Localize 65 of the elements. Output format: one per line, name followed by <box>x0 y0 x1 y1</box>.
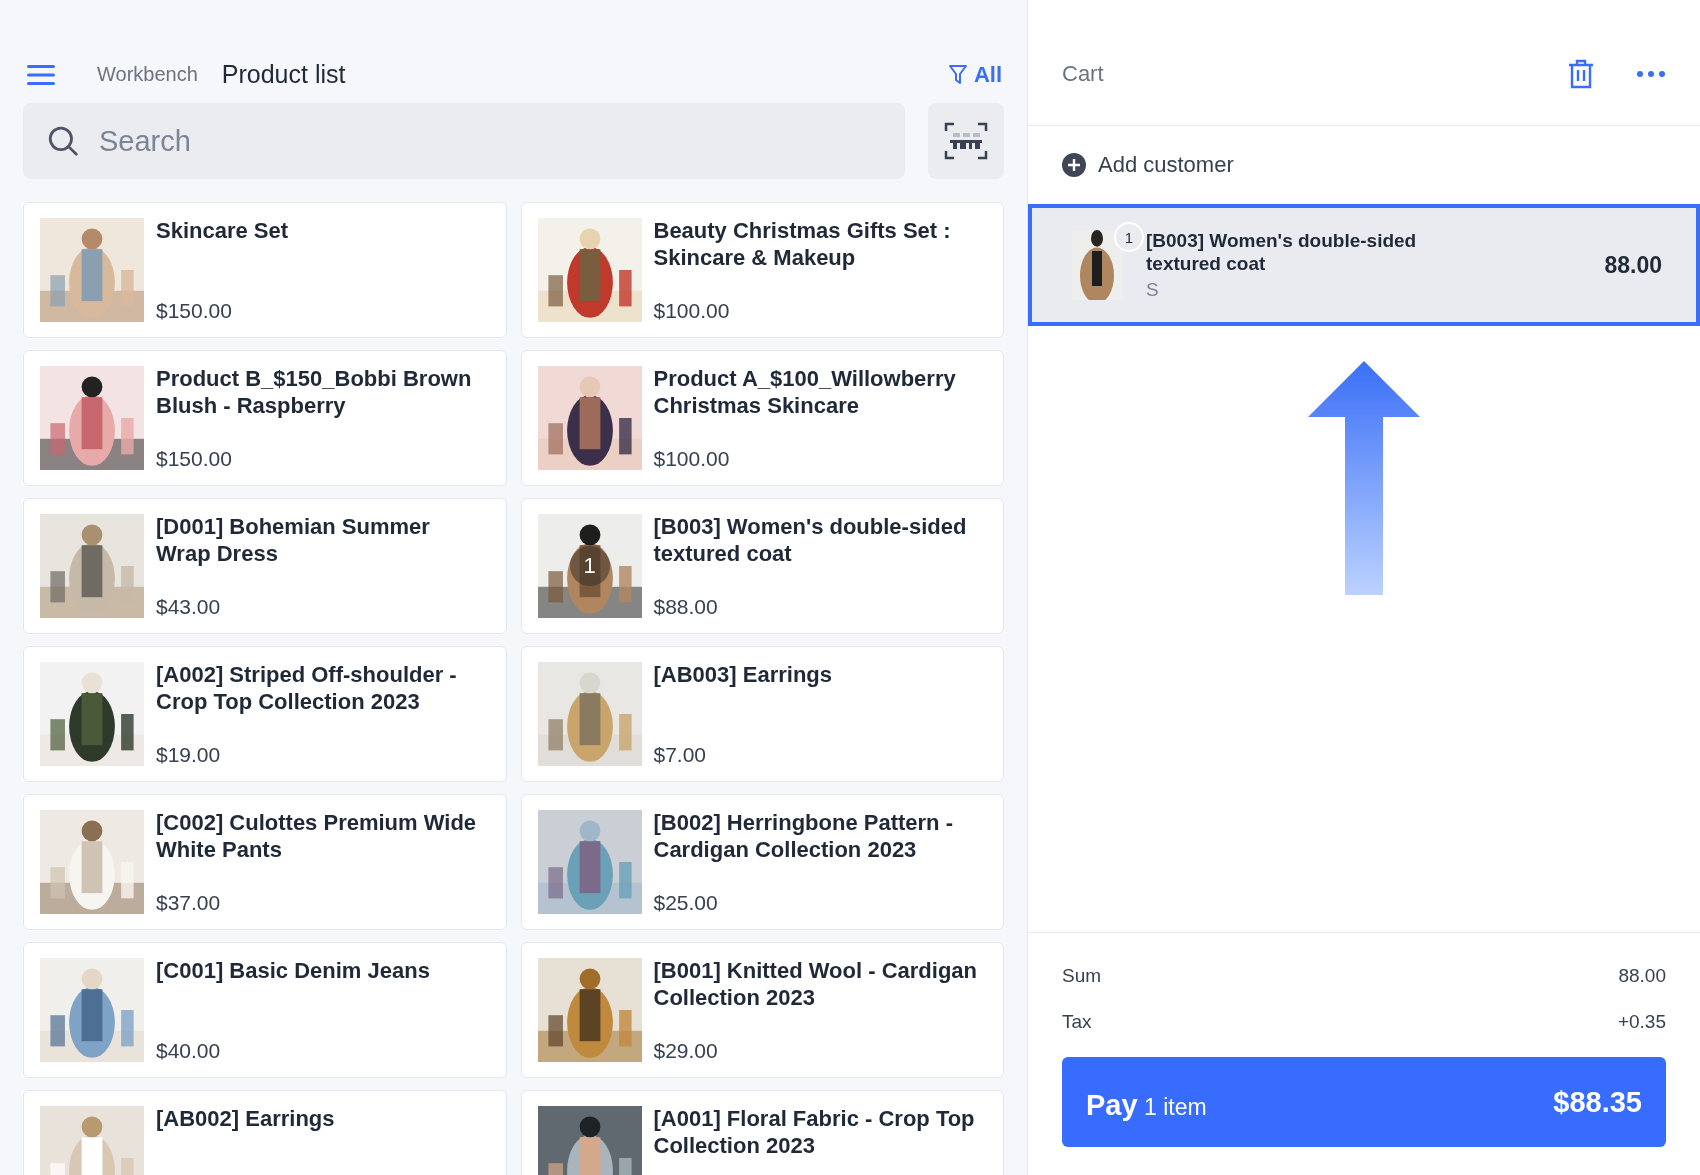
product-card[interactable]: [C001] Basic Denim Jeans $40.00 <box>23 942 507 1078</box>
product-price: $150.00 <box>156 299 233 323</box>
product-name: [A001] Floral Fabric - Crop Top Collection 2023 <box>653 1105 976 1159</box>
product-name: [C002] Culottes Premium Wide White Pants <box>156 809 478 863</box>
product-card[interactable]: Beauty Christmas Gifts Set : Skincare & Makeup $100.00 <box>520 202 1004 338</box>
quantity-badge: 1 <box>569 546 610 586</box>
product-name: Product B_$150_Bobbi Brown Blush - Raspberry <box>156 365 473 419</box>
cart-title: Cart <box>1062 60 1104 87</box>
product-name: [AB002] Earrings <box>156 1105 336 1132</box>
product-name: [C001] Basic Denim Jeans <box>156 957 431 984</box>
product-card[interactable]: [AB002] Earrings <box>23 1090 507 1175</box>
page-title: Product list <box>221 60 346 89</box>
product-card[interactable]: [C002] Culottes Premium Wide White Pants $37.00 <box>23 794 507 930</box>
product-price: $37.00 <box>156 891 222 915</box>
summary-value: +0.35 <box>1617 1011 1666 1033</box>
product-card[interactable]: [AB003] Earrings $7.00 <box>520 646 1004 782</box>
summary-label: Tax <box>1062 1011 1092 1033</box>
summary-label: Sum <box>1062 965 1102 987</box>
product-card[interactable]: Skincare Set $150.00 <box>23 202 507 338</box>
product-name: [B002] Herringbone Pattern - Cardigan Collection 2023 <box>653 809 954 863</box>
more-icon[interactable] <box>1636 69 1666 78</box>
product-card[interactable]: [A001] Floral Fabric - Crop Top Collection 2023 <box>520 1090 1004 1175</box>
product-price: $88.00 <box>653 595 719 619</box>
product-price: $100.00 <box>653 447 731 471</box>
product-price: $25.00 <box>653 891 719 915</box>
search-field[interactable]: Search <box>23 103 905 179</box>
search-icon <box>47 125 79 157</box>
summary-value: 88.00 <box>1618 965 1666 987</box>
trash-icon[interactable] <box>1568 58 1594 89</box>
product-price: $7.00 <box>653 743 708 767</box>
breadcrumb-link[interactable]: Workbench <box>97 63 198 86</box>
cart-item[interactable]: 1 [B003] Women's double-sided textured coat S 88.00 <box>1028 204 1700 326</box>
product-card[interactable]: [B002] Herringbone Pattern - Cardigan Collection 2023 $25.00 <box>520 794 1004 930</box>
product-price: $29.00 <box>653 1039 719 1063</box>
product-name: [D001] Bohemian Summer Wrap Dress <box>156 513 431 567</box>
product-card[interactable]: Product B_$150_Bobbi Brown Blush - Raspberry $150.00 <box>23 350 507 486</box>
product-card[interactable]: Product A_$100_Willowberry Christmas Skincare $100.00 <box>520 350 1004 486</box>
product-card[interactable]: [B001] Knitted Wool - Cardigan Collection 2023 $29.00 <box>520 942 1004 1078</box>
pay-button[interactable]: Pay 1 item $88.35 <box>1062 1057 1666 1147</box>
product-price: $100.00 <box>653 299 731 323</box>
add-customer-button[interactable]: Add customer <box>1028 126 1700 204</box>
product-name: [B003] Women's double-sided textured coat <box>653 513 968 567</box>
product-name: Skincare Set <box>156 217 290 244</box>
filter-button[interactable]: All <box>947 61 1002 88</box>
product-card[interactable]: [A002] Striped Off-shoulder - Crop Top Collection 2023 $19.00 <box>23 646 507 782</box>
product-price: $43.00 <box>156 595 222 619</box>
cart-item-variant: S <box>1146 279 1160 301</box>
product-card[interactable]: 1 [B003] Women's double-sided textured coat $88.00 <box>520 498 1004 634</box>
product-price: $150.00 <box>156 447 233 471</box>
filter-icon <box>947 63 968 86</box>
cart-item-price: 88.00 <box>1604 251 1662 279</box>
product-name: [A002] Striped Off-shoulder - Crop Top Collection 2023 <box>156 661 458 715</box>
product-price: $40.00 <box>156 1039 222 1063</box>
barcode-scan-icon <box>944 121 988 161</box>
product-name: Beauty Christmas Gifts Set : Skincare & Makeup <box>653 217 952 271</box>
menu-icon[interactable] <box>27 63 55 86</box>
product-name: Product A_$100_Willowberry Christmas Skincare <box>653 365 957 419</box>
product-name: [AB003] Earrings <box>653 661 833 688</box>
product-name: [B001] Knitted Wool - Cardigan Collection 2023 <box>653 957 978 1011</box>
quantity-badge: 1 <box>1114 222 1144 252</box>
product-card[interactable]: [D001] Bohemian Summer Wrap Dress $43.00 <box>23 498 507 634</box>
cart-item-name: [B003] Women's double-sided textured coat <box>1146 229 1418 275</box>
barcode-scan-button[interactable] <box>928 103 1004 179</box>
product-price: $19.00 <box>156 743 222 767</box>
plus-icon <box>1062 153 1086 177</box>
